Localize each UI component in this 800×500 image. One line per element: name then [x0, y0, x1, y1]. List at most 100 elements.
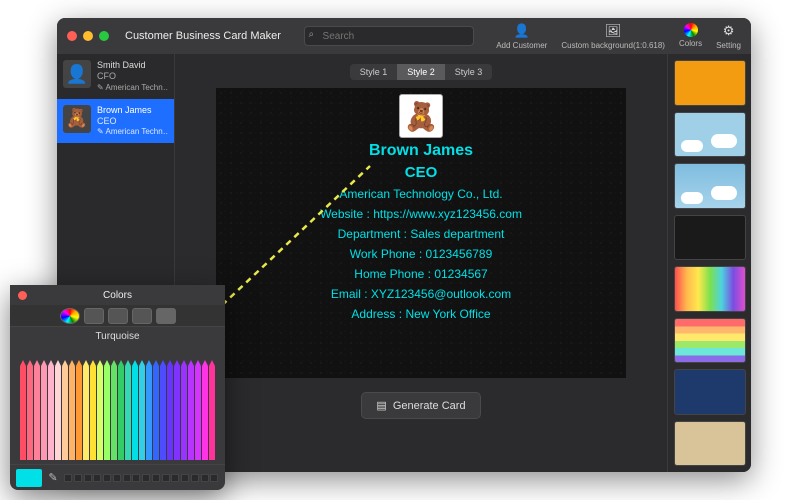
color-well[interactable] — [93, 474, 101, 482]
card-company: American Technology Co., Ltd. — [339, 187, 502, 201]
card-department: Department : Sales department — [338, 227, 505, 241]
background-thumbnail[interactable] — [674, 215, 746, 261]
color-palettes-tab[interactable] — [108, 308, 128, 324]
pencil-color[interactable] — [55, 365, 61, 460]
customer-role: CEO — [97, 116, 168, 127]
customer-list-item[interactable]: 🧸 Brown James CEO ✎ American Technology … — [57, 99, 174, 144]
background-thumbnail[interactable] — [674, 318, 746, 364]
pencil-color[interactable] — [34, 365, 40, 460]
app-title: Customer Business Card Maker — [125, 30, 281, 42]
center-pane: Style 1Style 2Style 3 🧸 Brown James CEO … — [175, 54, 667, 472]
color-well[interactable] — [181, 474, 189, 482]
color-wheel-tab[interactable] — [60, 308, 80, 324]
pencil-color[interactable] — [62, 365, 68, 460]
window-controls — [67, 31, 109, 41]
pencil-color[interactable] — [209, 365, 215, 460]
pencil-picker[interactable] — [10, 346, 225, 464]
card-avatar: 🧸 — [399, 94, 443, 138]
pencil-color[interactable] — [132, 365, 138, 460]
pencil-color[interactable] — [48, 365, 54, 460]
style-tab[interactable]: Style 3 — [445, 64, 493, 80]
titlebar: Customer Business Card Maker ⌕ 👤 Add Cus… — [57, 18, 751, 54]
pencil-color[interactable] — [195, 365, 201, 460]
pencil-color[interactable] — [41, 365, 47, 460]
custom-background-button[interactable]: 🖼 Custom background(1:0.618) — [561, 23, 665, 50]
color-well[interactable] — [152, 474, 160, 482]
toolbar-label: Setting — [716, 41, 741, 50]
eyedropper-button[interactable]: ✎ — [46, 471, 60, 485]
color-well[interactable] — [123, 474, 131, 482]
background-thumbnail[interactable] — [674, 163, 746, 209]
colors-panel-titlebar: Colors — [10, 285, 225, 305]
card-name: Brown James — [369, 142, 473, 160]
pencil-color[interactable] — [181, 365, 187, 460]
pencil-color[interactable] — [174, 365, 180, 460]
selected-color-name: Turquoise — [10, 327, 225, 346]
image-palettes-tab[interactable] — [132, 308, 152, 324]
color-well[interactable] — [210, 474, 218, 482]
color-well[interactable] — [171, 474, 179, 482]
pencil-color[interactable] — [76, 365, 82, 460]
pencil-color[interactable] — [125, 365, 131, 460]
color-well[interactable] — [191, 474, 199, 482]
style-tab[interactable]: Style 2 — [397, 64, 445, 80]
pencil-color[interactable] — [111, 365, 117, 460]
customer-list-item[interactable]: 👤 Smith David CFO ✎ American Technology … — [57, 54, 174, 99]
color-well[interactable] — [142, 474, 150, 482]
pencil-color[interactable] — [160, 365, 166, 460]
background-thumbnail[interactable] — [674, 112, 746, 158]
pencil-color[interactable] — [188, 365, 194, 460]
pencil-color[interactable] — [139, 365, 145, 460]
pencil-color[interactable] — [20, 365, 26, 460]
close-icon[interactable] — [67, 31, 77, 41]
color-well[interactable] — [84, 474, 92, 482]
colors-panel-title: Colors — [103, 290, 132, 301]
pencil-color[interactable] — [27, 365, 33, 460]
pencil-color[interactable] — [153, 365, 159, 460]
pencil-color[interactable] — [97, 365, 103, 460]
card-role: CEO — [405, 164, 438, 181]
color-well[interactable] — [74, 474, 82, 482]
zoom-icon[interactable] — [99, 31, 109, 41]
pencil-color[interactable] — [167, 365, 173, 460]
pencil-color[interactable] — [83, 365, 89, 460]
pencil-color[interactable] — [146, 365, 152, 460]
minimize-icon[interactable] — [83, 31, 93, 41]
color-well[interactable] — [201, 474, 209, 482]
toolbar: 👤 Add Customer 🖼 Custom background(1:0.6… — [496, 23, 741, 50]
custom-color-wells[interactable] — [64, 474, 219, 482]
settings-button[interactable]: ⚙ Setting — [716, 23, 741, 50]
generate-label: Generate Card — [393, 400, 466, 412]
pencil-color[interactable] — [104, 365, 110, 460]
color-well[interactable] — [113, 474, 121, 482]
colors-panel-modes — [10, 305, 225, 327]
search-field-wrap: ⌕ — [304, 26, 474, 46]
color-sliders-tab[interactable] — [84, 308, 104, 324]
style-tab[interactable]: Style 1 — [350, 64, 398, 80]
background-thumbnail[interactable] — [674, 266, 746, 312]
background-thumbnail[interactable] — [674, 369, 746, 415]
color-well[interactable] — [64, 474, 72, 482]
close-icon[interactable] — [18, 291, 27, 300]
generate-card-button[interactable]: ▤ Generate Card — [361, 392, 480, 419]
search-input[interactable] — [304, 26, 474, 46]
add-customer-button[interactable]: 👤 Add Customer — [496, 23, 547, 50]
color-well[interactable] — [162, 474, 170, 482]
color-well[interactable] — [132, 474, 140, 482]
color-well[interactable] — [103, 474, 111, 482]
colors-button[interactable]: Colors — [679, 23, 702, 50]
pencil-color[interactable] — [69, 365, 75, 460]
pencil-color[interactable] — [90, 365, 96, 460]
pencils-tab[interactable] — [156, 308, 176, 324]
background-thumbnail[interactable] — [674, 60, 746, 106]
edit-icon: ✎ — [97, 83, 105, 92]
person-plus-icon: 👤 — [514, 23, 530, 39]
card-address: Address : New York Office — [351, 307, 490, 321]
background-thumbnail[interactable] — [674, 421, 746, 467]
pencil-color[interactable] — [118, 365, 124, 460]
edit-icon: ✎ — [97, 127, 105, 136]
card-work-phone: Work Phone : 0123456789 — [350, 247, 493, 261]
business-card-preview: 🧸 Brown James CEO American Technology Co… — [216, 88, 626, 378]
pencil-color[interactable] — [202, 365, 208, 460]
card-website: Website : https://www.xyz123456.com — [320, 207, 522, 221]
